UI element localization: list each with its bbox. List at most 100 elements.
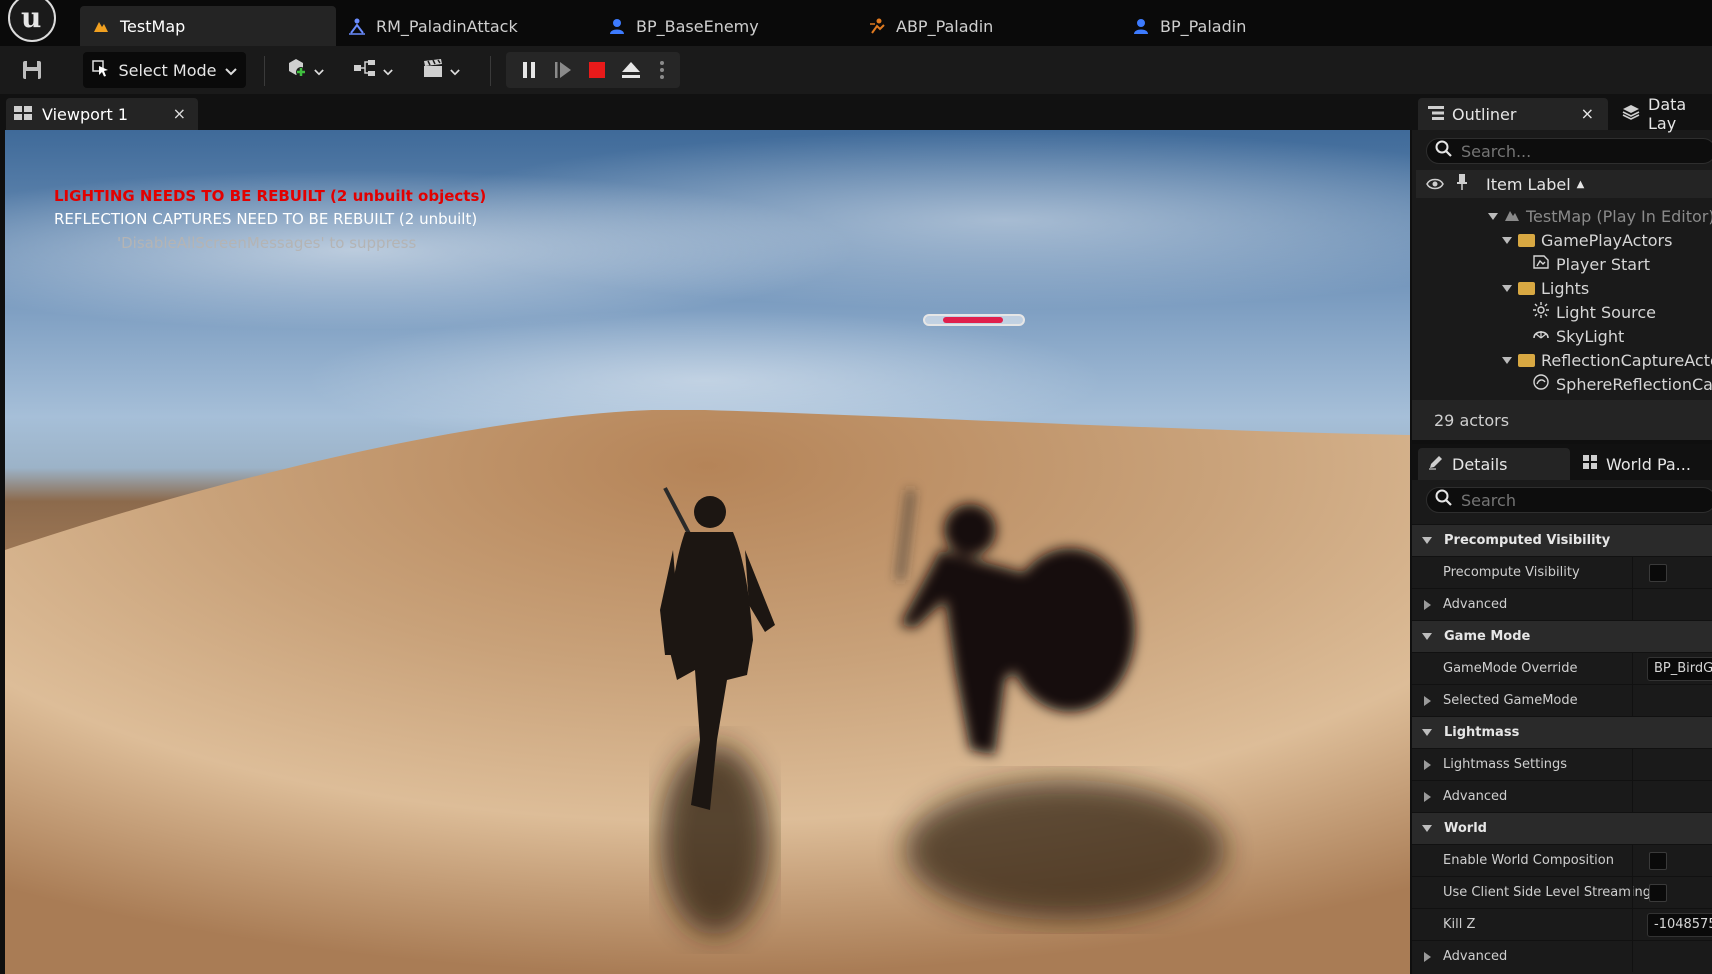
unreal-logo[interactable]: u [8,0,56,42]
property-label: Use Client Side Level Streaming... [1443,885,1664,900]
pin-icon[interactable] [1456,173,1468,195]
collapse-caret-icon [1422,633,1432,640]
cursor-icon [92,59,110,81]
blueprint-icon [608,17,626,35]
category-lightmass[interactable]: Lightmass [1412,716,1712,748]
skylight-icon [1532,326,1550,346]
expand-caret-icon [1424,951,1431,962]
collapse-caret-icon [1422,825,1432,832]
category-precomputed-visibility[interactable]: Precomputed Visibility [1412,524,1712,556]
stop-icon [589,62,605,78]
close-icon[interactable]: × [1581,104,1594,123]
tab-outliner[interactable]: Outliner × [1418,98,1608,130]
tab-bp-paladin[interactable]: BP_Paladin [1120,6,1376,46]
pause-button[interactable] [514,52,544,88]
gamemode-override-dropdown[interactable]: BP_BirdG [1647,657,1712,681]
frame-skip-button[interactable] [548,52,578,88]
select-mode-label: Select Mode [118,60,217,80]
select-mode-dropdown[interactable]: Select Mode [83,52,246,88]
group-advanced[interactable]: Advanced [1412,940,1712,972]
category-game-mode[interactable]: Game Mode [1412,620,1712,652]
folder-icon [1518,281,1535,295]
viewport-tab-strip: Viewport 1 × [0,94,1412,130]
main-toolbar: Select Mode [0,46,1712,94]
details-tab-bar: Details World Pa... [1412,444,1712,480]
category-world[interactable]: World [1412,812,1712,844]
item-label-column[interactable]: Item Label [1486,175,1571,194]
visibility-eye-icon[interactable] [1426,175,1444,194]
eject-button[interactable] [616,52,646,88]
tree-item-reflectioncaptureactors[interactable]: ReflectionCaptureActo [1502,348,1712,372]
blueprints-button[interactable] [350,52,396,88]
tree-item-light-source[interactable]: Light Source [1532,300,1656,324]
category-label: Lightmass [1444,725,1520,740]
tab-testmap[interactable]: TestMap [80,6,336,46]
tab-bp-baseenemy[interactable]: BP_BaseEnemy [596,6,852,46]
property-label: Lightmass Settings [1443,757,1568,772]
tab-details[interactable]: Details [1418,448,1570,480]
outliner-search-field[interactable] [1426,138,1712,164]
search-icon [1435,140,1453,162]
tab-viewport-1[interactable]: Viewport 1 × [6,98,198,130]
world-partition-tab-label: World Pa... [1606,454,1691,474]
tree-item-player-start[interactable]: Player Start [1532,252,1650,276]
stop-button[interactable] [582,52,612,88]
precompute-visibility-checkbox[interactable] [1649,564,1667,582]
property-label: Precompute Visibility [1443,565,1580,580]
play-controls [506,52,680,88]
details-panel: Details World Pa... Precomputed Visibili… [1412,444,1712,974]
group-advanced[interactable]: Advanced [1412,588,1712,620]
tab-rm-paladinattack[interactable]: RM_PaladinAttack [336,6,592,46]
group-advanced[interactable]: Advanced [1412,780,1712,812]
more-options-button[interactable] [650,52,674,88]
kill-z-input[interactable]: -1048575 [1647,913,1712,937]
enable-world-composition-checkbox[interactable] [1649,852,1667,870]
sun-icon [1532,301,1550,323]
save-icon[interactable] [16,52,48,88]
expand-caret-icon[interactable] [1502,284,1512,292]
outliner-column-header: Item Label ▲ [1416,170,1712,198]
step-forward-icon [555,62,571,78]
cinematics-button[interactable] [418,52,464,88]
outliner-search-input[interactable] [1461,141,1681,161]
property-label: Advanced [1443,789,1508,804]
group-selected-gamemode[interactable]: Selected GameMode [1412,684,1712,716]
tree-item-label: SphereReflectionCap [1556,374,1712,394]
kebab-menu-icon [660,61,664,79]
tab-abp-paladin[interactable]: ABP_Paladin [856,6,1112,46]
level-viewport[interactable]: LIGHTING NEEDS TO BE REBUILT (2 unbuilt … [5,130,1410,974]
animation-icon [348,17,366,35]
toolbar-divider [264,56,265,86]
expand-caret-icon[interactable] [1488,212,1498,220]
property-enable-world-composition: Enable World Composition [1412,844,1712,876]
tree-item-lights[interactable]: Lights [1502,276,1589,300]
tab-label: TestMap [120,16,186,36]
tree-item-sphere-reflection[interactable]: SphereReflectionCap [1532,372,1712,396]
tab-world-partition[interactable]: World Pa... [1572,448,1712,480]
world-partition-icon [1582,454,1598,474]
group-lightmass-settings[interactable]: Lightmass Settings [1412,748,1712,780]
suppress-hint-text: 'DisableAllScreenMessages' to suppress [117,234,417,252]
tab-data-layers[interactable]: Data Lay [1612,95,1712,133]
close-icon[interactable]: × [173,104,186,123]
tree-item-testmap[interactable]: TestMap (Play In Editor) [1488,204,1712,228]
property-label: GameMode Override [1443,661,1578,676]
sort-ascending-icon[interactable]: ▲ [1577,179,1585,190]
tree-item-gameplayactors[interactable]: GamePlayActors [1502,228,1672,252]
outliner-tab-label: Outliner [1452,104,1517,124]
details-search-input[interactable] [1461,490,1681,510]
category-label: Game Mode [1444,629,1531,644]
property-label: Selected GameMode [1443,693,1578,708]
expand-caret-icon[interactable] [1502,236,1512,244]
tree-item-skylight[interactable]: SkyLight [1532,324,1624,348]
client-side-streaming-checkbox[interactable] [1649,884,1667,902]
expand-caret-icon[interactable] [1502,356,1512,364]
details-search-field[interactable] [1426,487,1712,513]
document-tab-bar: u TestMap RM_PaladinAttack BP_BaseEnemy … [0,0,1712,46]
property-label: Kill Z [1443,917,1476,932]
player-start-icon [1532,254,1550,274]
list-icon [1428,105,1444,124]
outliner-tab-bar: Outliner × Data Lay [1412,94,1712,133]
add-actor-button[interactable] [282,52,328,88]
folder-icon [1518,353,1535,367]
